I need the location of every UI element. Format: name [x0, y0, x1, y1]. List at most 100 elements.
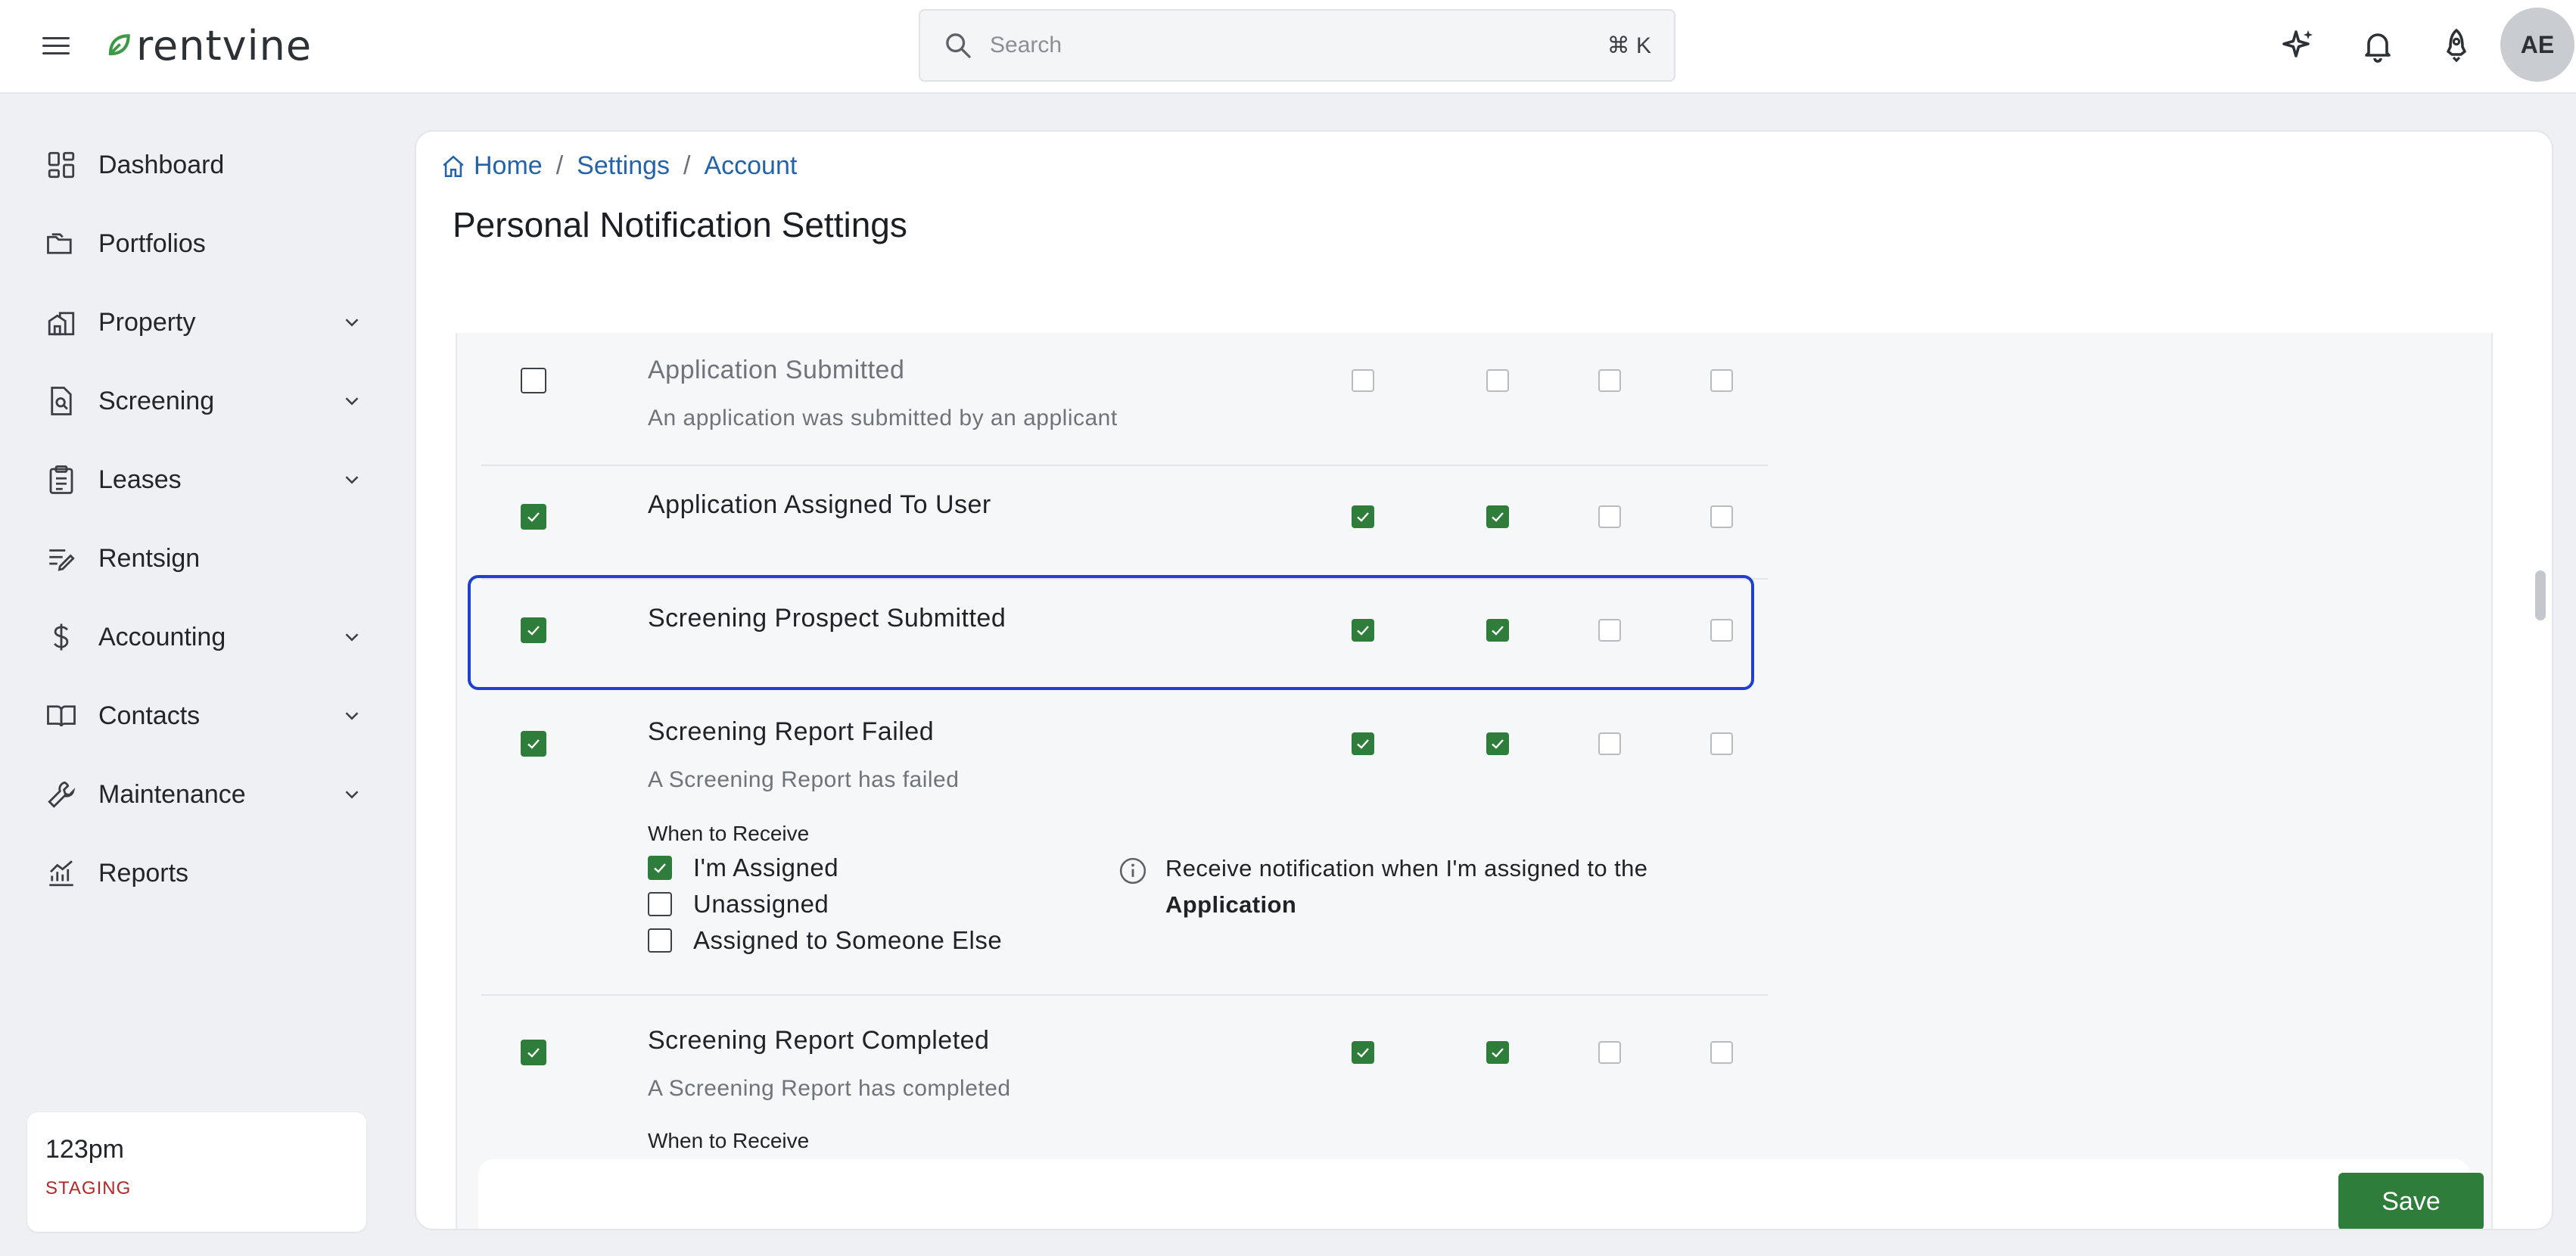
sidebar-item-dashboard[interactable]: Dashboard [45, 135, 363, 195]
receive-option-checkbox[interactable] [648, 856, 672, 880]
breadcrumb-separator: / [555, 151, 564, 180]
row-enable-checkbox[interactable] [521, 504, 546, 530]
chevron-down-icon [345, 476, 359, 484]
notification-row-screening-prospect-submitted: Screening Prospect Submitted [481, 580, 1768, 693]
receive-option-im-assigned[interactable]: I'm Assigned [648, 853, 838, 882]
sidebar-item-screening[interactable]: Screening [45, 371, 363, 431]
user-avatar[interactable]: AE [2500, 8, 2574, 82]
sidebar-item-label: Accounting [98, 622, 226, 651]
receive-option-unassigned[interactable]: Unassigned [648, 890, 829, 919]
chevron-down-icon [345, 397, 359, 406]
chart-icon [49, 860, 73, 887]
row-description: A Screening Report has failed [648, 767, 960, 792]
check-icon [1492, 1048, 1504, 1058]
channel-checkbox-1[interactable] [1352, 1041, 1374, 1064]
channel-checkbox-3[interactable] [1598, 1041, 1621, 1064]
breadcrumb-account[interactable]: Account [704, 151, 797, 181]
search-bar[interactable]: ⌘ K [919, 9, 1675, 82]
notification-row-screening-report-failed: Screening Report Failed A Screening Repo… [481, 693, 1768, 996]
chevron-down-icon [345, 319, 359, 327]
brand-name: rentvine [136, 21, 313, 70]
row-title: Application Submitted [648, 356, 905, 384]
sidebar-item-label: Screening [98, 386, 215, 415]
row-enable-checkbox[interactable] [521, 368, 546, 393]
screening-icon [51, 387, 72, 415]
channel-checkbox-4[interactable] [1710, 732, 1733, 755]
save-button[interactable]: Save [2338, 1173, 2484, 1229]
breadcrumb-separator: / [683, 151, 691, 180]
check-icon [1357, 512, 1369, 522]
channel-checkbox-4[interactable] [1710, 1041, 1733, 1064]
sidebar-item-label: Reports [98, 858, 189, 888]
channel-checkbox-4[interactable] [1710, 369, 1733, 392]
row-enable-checkbox[interactable] [521, 617, 546, 643]
channel-checkbox-2[interactable] [1486, 369, 1509, 392]
channel-checkbox-1[interactable] [1352, 732, 1374, 755]
environment-badge: STAGING [45, 1178, 132, 1198]
sidebar-item-property[interactable]: Property [45, 292, 363, 353]
sidebar-item-reports[interactable]: Reports [45, 843, 363, 903]
building-icon [48, 312, 75, 336]
row-enable-checkbox[interactable] [521, 1040, 546, 1065]
sidebar-item-label: Portfolios [98, 229, 206, 258]
footer-bar: Save [478, 1159, 2484, 1229]
sidebar-item-label: Maintenance [98, 779, 246, 809]
channel-checkbox-2[interactable] [1486, 1041, 1509, 1064]
row-description: A Screening Report has completed [648, 1076, 1011, 1101]
check-icon [1357, 739, 1369, 749]
sidebar-item-contacts[interactable]: Contacts [45, 686, 363, 746]
breadcrumb-home[interactable]: Home [474, 151, 543, 181]
rocket-icon[interactable] [2438, 27, 2475, 64]
channel-checkbox-1[interactable] [1352, 619, 1374, 642]
receive-info-text: Receive notification when I'm assigned t… [1165, 850, 1647, 923]
receive-info-message: Receive notification when I'm assigned t… [1165, 855, 1648, 881]
sidebar-item-leases[interactable]: Leases [45, 449, 363, 510]
sidebar-item-rentsign[interactable]: Rentsign [45, 528, 363, 589]
chevron-down-icon [345, 633, 359, 642]
channel-checkbox-4[interactable] [1710, 505, 1733, 528]
environment-name: 123pm [45, 1135, 124, 1164]
receive-option-checkbox[interactable] [648, 892, 672, 916]
sidebar-item-label: Contacts [98, 701, 201, 730]
channel-checkbox-1[interactable] [1352, 369, 1374, 392]
channel-checkbox-3[interactable] [1598, 619, 1621, 642]
receive-option-assigned-someone-else[interactable]: Assigned to Someone Else [648, 926, 1002, 955]
bell-icon[interactable] [2360, 27, 2396, 64]
dashboard-icon [48, 151, 75, 179]
menu-icon[interactable] [42, 33, 70, 61]
sidebar-item-portfolios[interactable]: Portfolios [45, 213, 363, 274]
check-icon [1357, 626, 1369, 636]
channel-checkbox-4[interactable] [1710, 619, 1733, 642]
channel-checkbox-3[interactable] [1598, 732, 1621, 755]
sidebar-item-accounting[interactable]: Accounting [45, 607, 363, 667]
notification-row-application-assigned: Application Assigned To User [481, 466, 1768, 580]
sidebar-item-maintenance[interactable]: Maintenance [45, 764, 363, 825]
row-enable-checkbox[interactable] [521, 731, 546, 757]
home-icon[interactable] [440, 154, 466, 179]
search-input[interactable] [990, 33, 1607, 58]
check-icon [654, 863, 666, 873]
receive-option-checkbox[interactable] [648, 928, 672, 953]
sidebar: Dashboard Portfolios Property Screening … [0, 95, 394, 1256]
sidebar-item-label: Property [98, 307, 196, 337]
receive-info-entity: Application [1165, 891, 1297, 918]
wrench-icon [48, 781, 76, 808]
breadcrumb-settings[interactable]: Settings [577, 151, 670, 181]
page-title: Personal Notification Settings [453, 205, 907, 244]
search-icon [946, 33, 971, 58]
channel-checkbox-2[interactable] [1486, 505, 1509, 528]
check-icon [1357, 1048, 1369, 1058]
channel-checkbox-2[interactable] [1486, 732, 1509, 755]
channel-checkbox-3[interactable] [1598, 369, 1621, 392]
sparkle-icon[interactable] [2281, 27, 2317, 64]
notification-list: Application Submitted An application was… [456, 333, 2493, 1229]
scrollbar-thumb[interactable] [2535, 570, 2546, 620]
channel-checkbox-3[interactable] [1598, 505, 1621, 528]
channel-checkbox-1[interactable] [1352, 505, 1374, 528]
channel-checkbox-2[interactable] [1486, 619, 1509, 642]
environment-card[interactable]: 123pm STAGING [27, 1112, 366, 1232]
sidebar-item-label: Leases [98, 465, 182, 494]
brand-logo[interactable]: rentvine [104, 21, 312, 70]
row-title: Screening Report Completed [648, 1026, 990, 1055]
dollar-icon [54, 623, 69, 651]
